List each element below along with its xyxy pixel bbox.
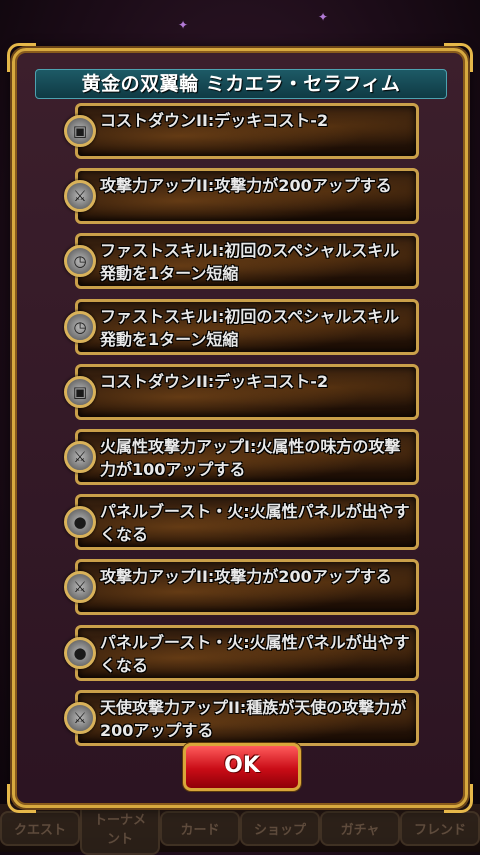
skill-text: 天使攻撃力アップII:種族が天使の攻撃力が200アップする [100,697,407,740]
skill-item: ⚔ 天使攻撃力アップII:種族が天使の攻撃力が200アップする [64,689,419,746]
ok-button[interactable]: OK [183,743,301,791]
dialog-title: 黄金の双翼輪 ミカエラ・セラフィム [35,69,447,99]
skill-item: ◷ ファストスキルI:初回のスペシャルスキル発動を1ターン短縮 [64,298,419,355]
skill-item: ▣ コストダウンII:デッキコスト-2 [64,363,419,420]
tab-friend: フレンド [400,810,480,846]
sparkle-icon: ✦ [178,18,189,32]
skill-text: ファストスキルI:初回のスペシャルスキル発動を1ターン短縮 [100,306,400,349]
skill-text: 攻撃力アップII:攻撃力が200アップする [100,176,392,196]
frame-corner-ornament [7,43,36,72]
skill-list: ▣ コストダウンII:デッキコスト-2 ⚔ 攻撃力アップII:攻撃力が200アッ… [64,103,419,755]
skill-text: パネルブースト・火:火属性パネルが出やすくなる [100,502,410,545]
skill-dialog: 黄金の双翼輪 ミカエラ・セラフィム ▣ コストダウンII:デッキコスト-2 ⚔ … [7,43,473,813]
tab-quest: クエスト [0,810,80,846]
sword-icon: ⚔ [64,440,96,473]
tab-gacha: ガチャ [320,810,400,846]
tab-shop: ショップ [240,810,320,846]
skill-text: 火属性攻撃力アップI:火属性の味方の攻撃力が100アップする [100,436,401,479]
skill-item: ● パネルブースト・火:火属性パネルが出やすくなる [64,494,419,551]
frame-corner-ornament [444,43,473,72]
background-tab-bar: クエスト トーナメント カード ショップ ガチャ フレンド [0,801,480,855]
sword-icon: ⚔ [64,571,96,604]
card-icon: ▣ [64,375,96,408]
skill-text: ファストスキルI:初回のスペシャルスキル発動を1ターン短縮 [100,241,400,284]
skill-item: ● パネルブースト・火:火属性パネルが出やすくなる [64,624,419,681]
skill-text: コストダウンII:デッキコスト-2 [100,111,329,130]
card-icon: ▣ [64,115,96,147]
panel-icon: ● [64,506,96,539]
skill-text: パネルブースト・火:火属性パネルが出やすくなる [100,632,410,675]
panel-icon: ● [64,636,96,669]
frame-corner-ornament [7,784,36,813]
skill-text: コストダウンII:デッキコスト-2 [100,371,329,391]
sparkle-icon: ✦ [318,10,329,24]
clock-icon: ◷ [64,310,96,343]
skill-item: ⚔ 攻撃力アップII:攻撃力が200アップする [64,168,419,225]
skill-text: 攻撃力アップII:攻撃力が200アップする [100,567,392,587]
clock-icon: ◷ [64,245,96,278]
frame-corner-ornament [444,784,473,813]
sword-icon: ⚔ [64,180,96,213]
skill-item: ◷ ファストスキルI:初回のスペシャルスキル発動を1ターン短縮 [64,233,419,290]
tab-tournament: トーナメント [80,801,160,855]
tab-card: カード [160,810,240,846]
sword-icon: ⚔ [64,701,96,734]
skill-item: ▣ コストダウンII:デッキコスト-2 [64,103,419,159]
skill-item: ⚔ 攻撃力アップII:攻撃力が200アップする [64,559,419,616]
skill-item: ⚔ 火属性攻撃力アップI:火属性の味方の攻撃力が100アップする [64,428,419,485]
